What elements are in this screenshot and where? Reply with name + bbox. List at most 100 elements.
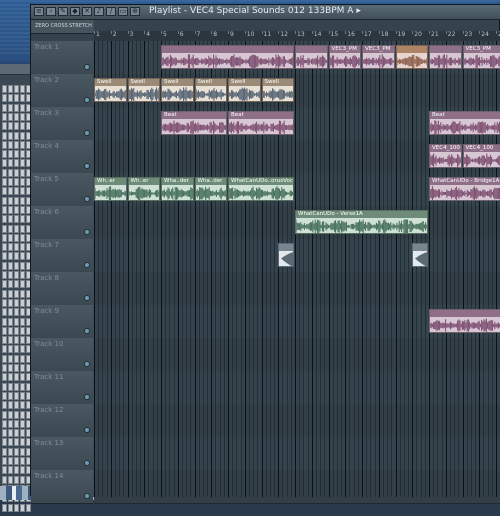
clip-label: Swell (95, 79, 126, 86)
clip-waveform (430, 53, 461, 68)
audio-clip[interactable] (161, 45, 294, 69)
track-header[interactable]: Track 5 (31, 173, 93, 207)
audio-clip[interactable]: VEC4_100 (429, 144, 462, 168)
track-enable-icon[interactable] (84, 130, 90, 136)
track-enable-icon[interactable] (84, 460, 90, 466)
audio-clip[interactable]: WhatCanUDo..orusVocoder (228, 177, 294, 201)
mute-tool-icon[interactable]: ♪ (94, 7, 104, 16)
track-header[interactable]: Track 13 (31, 437, 93, 471)
zero-cross-toggle[interactable]: ZERO CROSS (35, 22, 68, 31)
clip-label (279, 244, 293, 251)
track-header[interactable]: Track 2 (31, 74, 93, 108)
audio-clip[interactable]: Wha..der (161, 177, 194, 201)
grid-line (144, 41, 145, 497)
track-header[interactable]: Track 6 (31, 206, 93, 240)
grid-line (270, 41, 271, 497)
track-label: Track 14 (34, 472, 63, 480)
audio-clip[interactable]: VEC3_PM (329, 45, 362, 69)
select-tool-icon[interactable]: ▭ (118, 7, 128, 16)
audio-clip[interactable]: Swell (228, 78, 261, 102)
grid-line (291, 41, 292, 497)
track-header[interactable]: Track 4 (31, 140, 93, 174)
audio-clip[interactable]: Swell (94, 78, 127, 102)
track-enable-icon[interactable] (84, 427, 90, 433)
track-label: Track 8 (34, 274, 59, 282)
grid-line (211, 41, 212, 497)
track-enable-icon[interactable] (84, 196, 90, 202)
clip-waveform (196, 185, 227, 200)
track-lane[interactable] (94, 371, 500, 405)
track-lane[interactable] (94, 437, 500, 471)
audio-clip[interactable]: VEC3_PM (463, 45, 500, 69)
audio-clip[interactable]: Wha..der (195, 177, 228, 201)
track-lane[interactable] (94, 239, 500, 273)
track-header[interactable]: Track 8 (31, 272, 93, 306)
audio-clip[interactable] (429, 45, 462, 69)
playlist-titlebar[interactable]: ≡ ‹ ✎ ◆ ✕ ♪ / ▭ ⊕ Playlist - VEC4 Specia… (31, 5, 500, 20)
audio-clip[interactable]: Swell (262, 78, 295, 102)
track-enable-icon[interactable] (84, 262, 90, 268)
audio-clip[interactable]: Wh..er (94, 177, 127, 201)
brush-icon[interactable]: ◆ (70, 7, 80, 16)
track-lane[interactable] (94, 272, 500, 306)
track-header[interactable]: Track 14 (31, 470, 93, 504)
track-header[interactable]: Track 10 (31, 338, 93, 372)
delete-tool-icon[interactable]: ✕ (82, 7, 92, 16)
track-lane[interactable] (94, 338, 500, 372)
track-lane[interactable] (94, 470, 500, 504)
ruler-tick (312, 31, 313, 34)
audio-clip[interactable]: VEC4_100 (463, 144, 500, 168)
track-lane[interactable] (94, 404, 500, 438)
grid-line (295, 41, 296, 497)
track-header[interactable]: Track 7 (31, 239, 93, 273)
track-header[interactable]: Track 11 (31, 371, 93, 405)
track-label: Track 4 (34, 142, 59, 150)
pencil-icon[interactable]: ✎ (58, 7, 68, 16)
audio-clip[interactable] (412, 243, 428, 267)
audio-clip[interactable]: Wh..er (128, 177, 161, 201)
audio-clip[interactable]: VEC3_PM (362, 45, 395, 69)
audio-clip[interactable]: Swell (195, 78, 228, 102)
title-arrow-icon[interactable]: ▸ (356, 6, 361, 16)
channel-rack-row (2, 413, 32, 422)
zoom-tool-icon[interactable]: ⊕ (130, 7, 140, 16)
playlist-grid[interactable]: VEC3_PMVEC3_PMVEC3_PMSwellSwellSwellSwel… (94, 41, 500, 497)
audio-clip[interactable] (396, 45, 429, 69)
slice-tool-icon[interactable]: / (106, 7, 116, 16)
track-enable-icon[interactable] (84, 361, 90, 367)
audio-clip[interactable]: Swell (128, 78, 161, 102)
audio-clip[interactable] (278, 243, 294, 267)
audio-clip[interactable]: Beat (228, 111, 294, 135)
ruler-tick (329, 31, 330, 34)
window-menu-icon[interactable]: ≡ (34, 7, 44, 16)
track-enable-icon[interactable] (84, 295, 90, 301)
track-enable-icon[interactable] (84, 163, 90, 169)
stretch-toggle[interactable]: STRETCH (69, 22, 92, 31)
track-enable-icon[interactable] (84, 64, 90, 70)
audio-clip[interactable] (295, 45, 328, 69)
track-enable-icon[interactable] (84, 394, 90, 400)
audio-clip[interactable]: Beat (161, 111, 227, 135)
ruler-bar-number: 15 (331, 31, 339, 38)
arrow-icon[interactable]: ‹ (46, 7, 56, 16)
track-header[interactable]: Track 3 (31, 107, 93, 141)
audio-clip[interactable]: Beat (429, 111, 500, 135)
track-header[interactable]: Track 9 (31, 305, 93, 339)
clip-waveform (464, 152, 500, 167)
ruler-bar-number: 16 (347, 31, 355, 38)
audio-clip[interactable] (429, 309, 500, 333)
audio-clip[interactable]: Swell (161, 78, 194, 102)
track-enable-icon[interactable] (84, 328, 90, 334)
track-enable-icon[interactable] (84, 493, 90, 499)
audio-clip[interactable]: WhatCanUDo - Bridge1A (429, 177, 500, 201)
grid-line (128, 41, 129, 497)
track-header[interactable]: Track 1 (31, 41, 93, 75)
track-enable-icon[interactable] (84, 229, 90, 235)
grid-line (383, 41, 384, 497)
clip-label (397, 46, 428, 53)
track-header[interactable]: Track 12 (31, 404, 93, 438)
grid-line (408, 41, 409, 497)
track-enable-icon[interactable] (84, 97, 90, 103)
channel-rack-row (2, 87, 32, 96)
audio-clip[interactable]: WhatCanUDo - Verse1A (295, 210, 428, 234)
